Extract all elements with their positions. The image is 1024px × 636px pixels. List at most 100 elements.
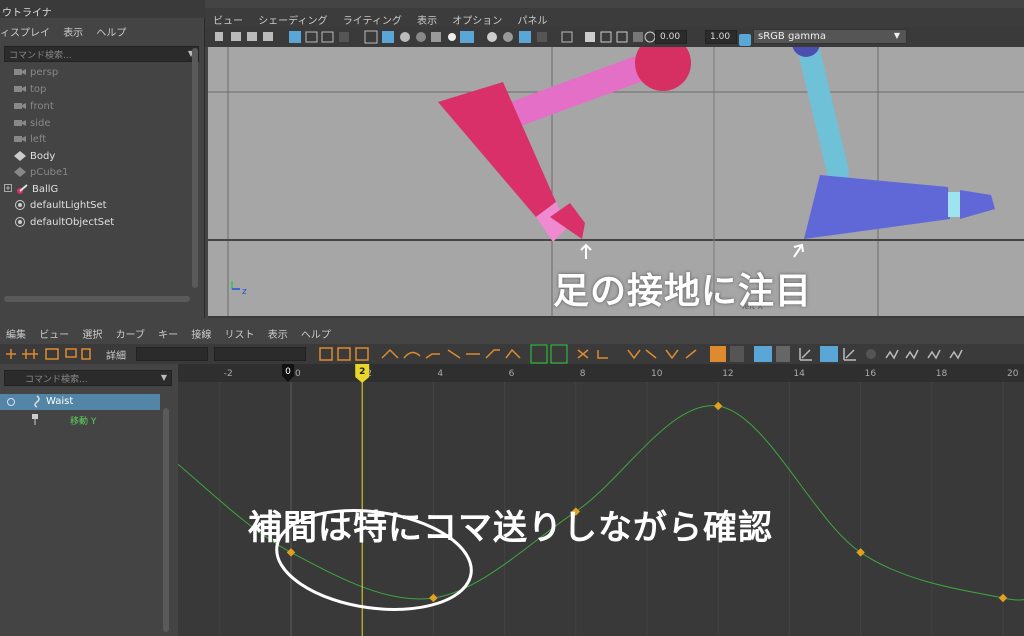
viewport-canvas[interactable]: z left X 足の接地に注目 — [208, 47, 1024, 318]
viewport-annotation: 足の接地に注目 — [553, 271, 813, 312]
ge-menu-tangents[interactable]: 接線 — [191, 330, 211, 341]
ge-outline-waist-label: Waist — [46, 396, 74, 407]
ge-outline-scrollbar[interactable] — [163, 408, 169, 632]
ruler-tick-label: 10 — [651, 369, 663, 379]
camera-icon — [14, 118, 26, 128]
annotation-arrows — [580, 243, 804, 259]
ruler-tick-label: 4 — [437, 369, 443, 379]
outliner-item-persp[interactable]: persp — [14, 64, 58, 80]
outliner-item-label: front — [30, 100, 54, 112]
pink-leg — [438, 47, 691, 242]
color-space-value: sRGB gamma — [758, 31, 827, 42]
outliner-item-front[interactable]: front — [14, 98, 54, 114]
keyframe[interactable] — [998, 593, 1008, 603]
pin-icon[interactable] — [30, 414, 40, 429]
ge-tool-icons[interactable] — [2, 344, 92, 364]
outliner-menu: ィスプレイ 表示 ヘルプ — [0, 24, 205, 40]
ge-curve-tool-icons[interactable] — [316, 344, 1006, 364]
outliner-item-defaultobjectset[interactable]: defaultObjectSet — [14, 214, 114, 230]
detail-field-2[interactable] — [214, 347, 306, 361]
ge-menu-edit[interactable]: 編集 — [6, 330, 26, 341]
ruler-tick-label: 8 — [580, 369, 586, 379]
ge-menu-show[interactable]: 表示 — [268, 330, 288, 341]
outliner-item-pcube1[interactable]: pCube1 — [14, 164, 69, 180]
ge-menu-keys[interactable]: キー — [158, 330, 178, 341]
ruler-tick-label: 14 — [793, 369, 805, 379]
viewport-menu-panels[interactable]: パネル — [517, 16, 547, 27]
outliner-menu-display[interactable]: ィスプレイ — [0, 24, 50, 39]
ge-menu-list[interactable]: リスト — [225, 330, 255, 341]
viewport-menu: ビュー シェーディング ライティング 表示 オプション パネル — [205, 8, 1024, 28]
outliner-item-label: defaultLightSet — [30, 199, 107, 211]
keyframe[interactable] — [856, 548, 865, 557]
blue-leg — [792, 47, 995, 239]
viewport-menu-options[interactable]: オプション — [452, 16, 502, 27]
outliner-vertical-scrollbar[interactable] — [192, 48, 198, 288]
keyframe[interactable] — [429, 593, 438, 603]
visibility-icon[interactable] — [6, 397, 16, 410]
joint-icon — [32, 395, 42, 411]
camera-icon — [14, 134, 26, 144]
outliner-item-defaultlightset[interactable]: defaultLightSet — [14, 197, 107, 213]
outliner-item-label: defaultObjectSet — [30, 216, 115, 228]
outliner-search-input[interactable]: コマンド検索... ▼ — [4, 46, 199, 62]
ge-outline-waist[interactable]: Waist — [0, 394, 160, 410]
chevron-down-icon: ▼ — [893, 31, 900, 40]
exposure-field[interactable]: 0.00 — [655, 30, 687, 44]
detail-label: 詳細 — [106, 351, 126, 362]
ge-outline-translate-y[interactable]: 移動 Y — [0, 413, 160, 429]
ruler-tick-label: 16 — [865, 369, 877, 379]
outliner-item-left[interactable]: left — [14, 131, 46, 147]
keyframe[interactable] — [713, 401, 723, 411]
color-management-icon[interactable] — [739, 31, 751, 46]
ge-menu-help[interactable]: ヘルプ — [301, 330, 331, 341]
viewport-panel: ビュー シェーディング ライティング 表示 オプション パネル 0.00 1.0… — [205, 0, 1024, 318]
outliner-item-label: BallG — [32, 183, 59, 195]
graph-editor-menu: 編集 ビュー 選択 カーブ キー 接線 リスト 表示 ヘルプ — [0, 326, 341, 342]
chevron-down-icon[interactable]: ▼ — [161, 373, 167, 382]
ge-outline-list: Waist 移動 Y — [0, 394, 175, 636]
outliner-item-label: pCube1 — [30, 166, 69, 178]
viewport-menu-shading[interactable]: シェーディング — [258, 16, 327, 27]
ge-search-input[interactable]: コマンド検索... ▼ — [4, 370, 172, 386]
outliner-panel: ウトライナ ィスプレイ 表示 ヘルプ コマンド検索... ▼ persp top… — [0, 0, 205, 318]
ruler-tick-label: 18 — [936, 369, 948, 379]
outliner-menu-show[interactable]: 表示 — [63, 24, 83, 39]
set-icon — [14, 200, 26, 210]
maya-window: ウトライナ ィスプレイ 表示 ヘルプ コマンド検索... ▼ persp top… — [0, 0, 1024, 636]
ruler-tick-label: -2 — [224, 369, 233, 379]
keyframe[interactable] — [286, 548, 296, 557]
transform-icon — [14, 167, 26, 177]
gamma-field[interactable]: 1.00 — [705, 30, 737, 44]
outliner-horizontal-scrollbar[interactable] — [4, 296, 190, 302]
outliner-menu-help[interactable]: ヘルプ — [96, 24, 126, 39]
ruler-tick-label: 12 — [722, 369, 733, 379]
ge-annotation: 補間は特にコマ送りしながら確認 — [248, 508, 773, 548]
camera-icon — [14, 84, 26, 94]
viewport-menu-show[interactable]: 表示 — [417, 16, 437, 27]
ge-menu-select[interactable]: 選択 — [82, 330, 102, 341]
ge-graph-view[interactable]: -202468101214161820 2 0 補間は特にコマ送りしながら確認 — [178, 364, 1024, 636]
outliner-item-label: top — [30, 83, 47, 95]
outliner-item-label: left — [30, 133, 47, 145]
viewport-menu-view[interactable]: ビュー — [213, 16, 243, 27]
joint-group-icon — [16, 184, 28, 194]
ge-menu-curves[interactable]: カーブ — [116, 330, 145, 341]
outliner-item-ballg[interactable]: BallG — [4, 181, 58, 197]
outliner-title: ウトライナ — [0, 0, 205, 19]
expand-icon[interactable] — [4, 184, 12, 194]
ge-menu-view[interactable]: ビュー — [39, 330, 69, 341]
svg-text:0: 0 — [285, 367, 291, 377]
outliner-item-body[interactable]: Body — [14, 148, 55, 164]
axis-gizmo: z — [231, 281, 247, 297]
color-space-select[interactable]: sRGB gamma ▼ — [753, 29, 907, 44]
outliner-item-label: persp — [30, 66, 59, 78]
viewport-menu-lighting[interactable]: ライティング — [343, 16, 402, 27]
camera-icon — [14, 101, 26, 111]
set-icon — [14, 217, 26, 227]
outliner-search-placeholder: コマンド検索... — [9, 51, 72, 61]
outliner-item-side[interactable]: side — [14, 115, 51, 131]
viewport-toolbar: 0.00 1.00 sRGB gamma ▼ — [205, 27, 1024, 47]
outliner-item-top[interactable]: top — [14, 81, 46, 97]
detail-field-1[interactable] — [136, 347, 208, 361]
